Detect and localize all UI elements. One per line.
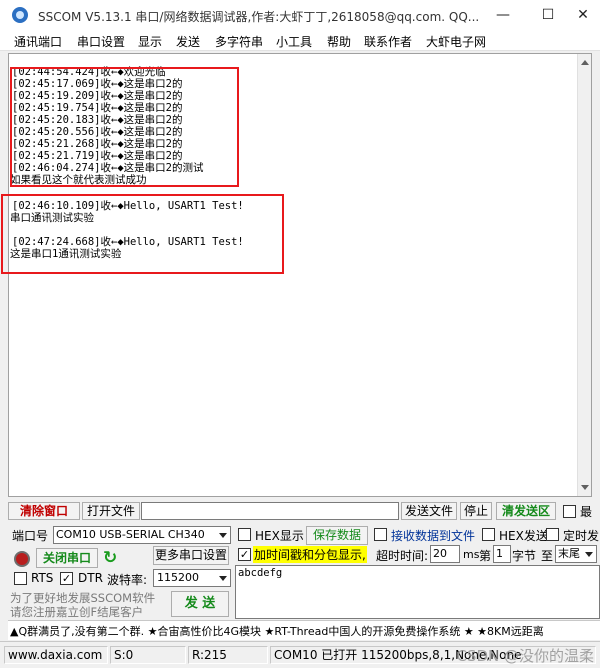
- dtr-label: DTR: [78, 571, 103, 585]
- timeout-input[interactable]: 20: [430, 545, 460, 563]
- scroll-down-icon[interactable]: [581, 485, 589, 490]
- status-send-count: S:0: [110, 646, 186, 664]
- baud-label: 波特率:: [107, 573, 148, 587]
- annotation-box-uart1: [1, 194, 284, 274]
- menu-comm-port[interactable]: 通讯端口: [14, 33, 62, 50]
- status-website[interactable]: www.daxia.com: [4, 646, 108, 664]
- timestamp-checkbox[interactable]: ✓: [238, 548, 251, 561]
- baud-select-value: 115200: [157, 571, 199, 584]
- timeout-label: 超时时间:: [376, 549, 429, 563]
- sscom-window: SSCOM V5.13.1 串口/网络数据调试器,作者:大虾丁丁,2618058…: [0, 0, 600, 668]
- menu-multi-string[interactable]: 多字符串: [215, 33, 263, 50]
- send-button[interactable]: 发 送: [171, 591, 229, 617]
- news-ticker[interactable]: ▲Q群满员了,没有第二个群. ★合宙高性价比4G模块 ★RT-Thread中国人…: [8, 620, 600, 640]
- end-select-value: 末尾: [558, 547, 580, 560]
- last-line-label: 最: [580, 505, 593, 519]
- timed-send-label: 定时发: [563, 529, 600, 543]
- send-text-area[interactable]: abcdefg: [235, 565, 600, 619]
- byte-unit-label: 字节: [512, 549, 537, 563]
- nth-label: 第: [479, 549, 492, 563]
- dtr-checkbox[interactable]: ✓: [60, 572, 73, 585]
- app-icon: [12, 7, 28, 23]
- menu-daxia-website[interactable]: 大虾电子网: [426, 33, 486, 50]
- rts-label: RTS: [31, 571, 54, 585]
- chevron-down-icon: [219, 533, 227, 538]
- timestamp-label: 加时间戳和分包显示,: [253, 546, 367, 563]
- hex-display-checkbox[interactable]: [238, 528, 251, 541]
- last-line-checkbox[interactable]: [563, 505, 576, 518]
- chevron-down-icon: [585, 552, 593, 557]
- chevron-down-icon: [219, 576, 227, 581]
- menu-serial-settings[interactable]: 串口设置: [77, 33, 125, 50]
- menu-bar: 通讯端口 串口设置 显示 发送 多字符串 小工具 帮助 联系作者 大虾电子网: [0, 30, 600, 51]
- minimize-button[interactable]: —: [486, 0, 520, 30]
- status-receive-count: R:215: [188, 646, 268, 664]
- maximize-button[interactable]: ☐: [531, 0, 565, 30]
- baud-select[interactable]: 115200: [153, 569, 231, 587]
- port-status-icon: [14, 551, 30, 567]
- menu-contact-author[interactable]: 联系作者: [364, 33, 412, 50]
- rts-checkbox[interactable]: [14, 572, 27, 585]
- menu-help[interactable]: 帮助: [327, 33, 351, 50]
- recv-to-file-label: 接收数据到文件: [391, 529, 476, 543]
- title-bar: SSCOM V5.13.1 串口/网络数据调试器,作者:大虾丁丁,2618058…: [0, 0, 600, 30]
- save-data-button[interactable]: 保存数据: [306, 526, 368, 545]
- menu-send[interactable]: 发送: [176, 33, 200, 50]
- ticker-text: ▲Q群满员了,没有第二个群. ★合宙高性价比4G模块 ★RT-Thread中国人…: [10, 625, 544, 638]
- promo-text-2: 请您注册嘉立创F结尾客户: [10, 605, 144, 619]
- end-select[interactable]: 末尾: [555, 545, 597, 563]
- close-port-button[interactable]: 关闭串口: [36, 548, 98, 568]
- clear-window-button[interactable]: 清除窗口: [8, 502, 80, 520]
- hex-display-label: HEX显示: [255, 529, 304, 543]
- send-file-button[interactable]: 发送文件: [401, 502, 457, 520]
- stop-button[interactable]: 停止: [460, 502, 492, 520]
- clear-send-area-button[interactable]: 清发送区: [496, 502, 556, 520]
- to-label: 至: [541, 549, 554, 563]
- port-select-value: COM10 USB-SERIAL CH340: [56, 528, 205, 541]
- window-title: SSCOM V5.13.1 串口/网络数据调试器,作者:大虾丁丁,2618058…: [38, 10, 480, 24]
- annotation-box-uart2: [10, 67, 239, 187]
- csdn-watermark: CSDN @没你的温柔: [456, 647, 594, 665]
- menu-tools[interactable]: 小工具: [276, 33, 312, 50]
- close-button[interactable]: ✕: [566, 0, 600, 30]
- hex-send-checkbox[interactable]: [482, 528, 495, 541]
- status-bar: www.daxia.com S:0 R:215 COM10 已打开 115200…: [0, 641, 600, 668]
- port-select[interactable]: COM10 USB-SERIAL CH340: [53, 526, 231, 544]
- menu-display[interactable]: 显示: [138, 33, 162, 50]
- open-file-button[interactable]: 打开文件: [82, 502, 140, 520]
- hex-send-label: HEX发送: [499, 529, 548, 543]
- ms-label: ms: [463, 548, 480, 561]
- refresh-icon[interactable]: ↻: [103, 548, 117, 568]
- send-text-value: abcdefg: [238, 567, 283, 579]
- timed-send-checkbox[interactable]: [546, 528, 559, 541]
- byte-index-input[interactable]: 1: [493, 545, 511, 563]
- port-label: 端口号: [12, 529, 49, 543]
- scroll-up-icon[interactable]: [581, 60, 589, 65]
- file-path-field[interactable]: [141, 502, 399, 520]
- recv-to-file-checkbox[interactable]: [374, 528, 387, 541]
- receive-scrollbar[interactable]: [577, 54, 591, 496]
- more-serial-settings-button[interactable]: 更多串口设置: [153, 546, 229, 565]
